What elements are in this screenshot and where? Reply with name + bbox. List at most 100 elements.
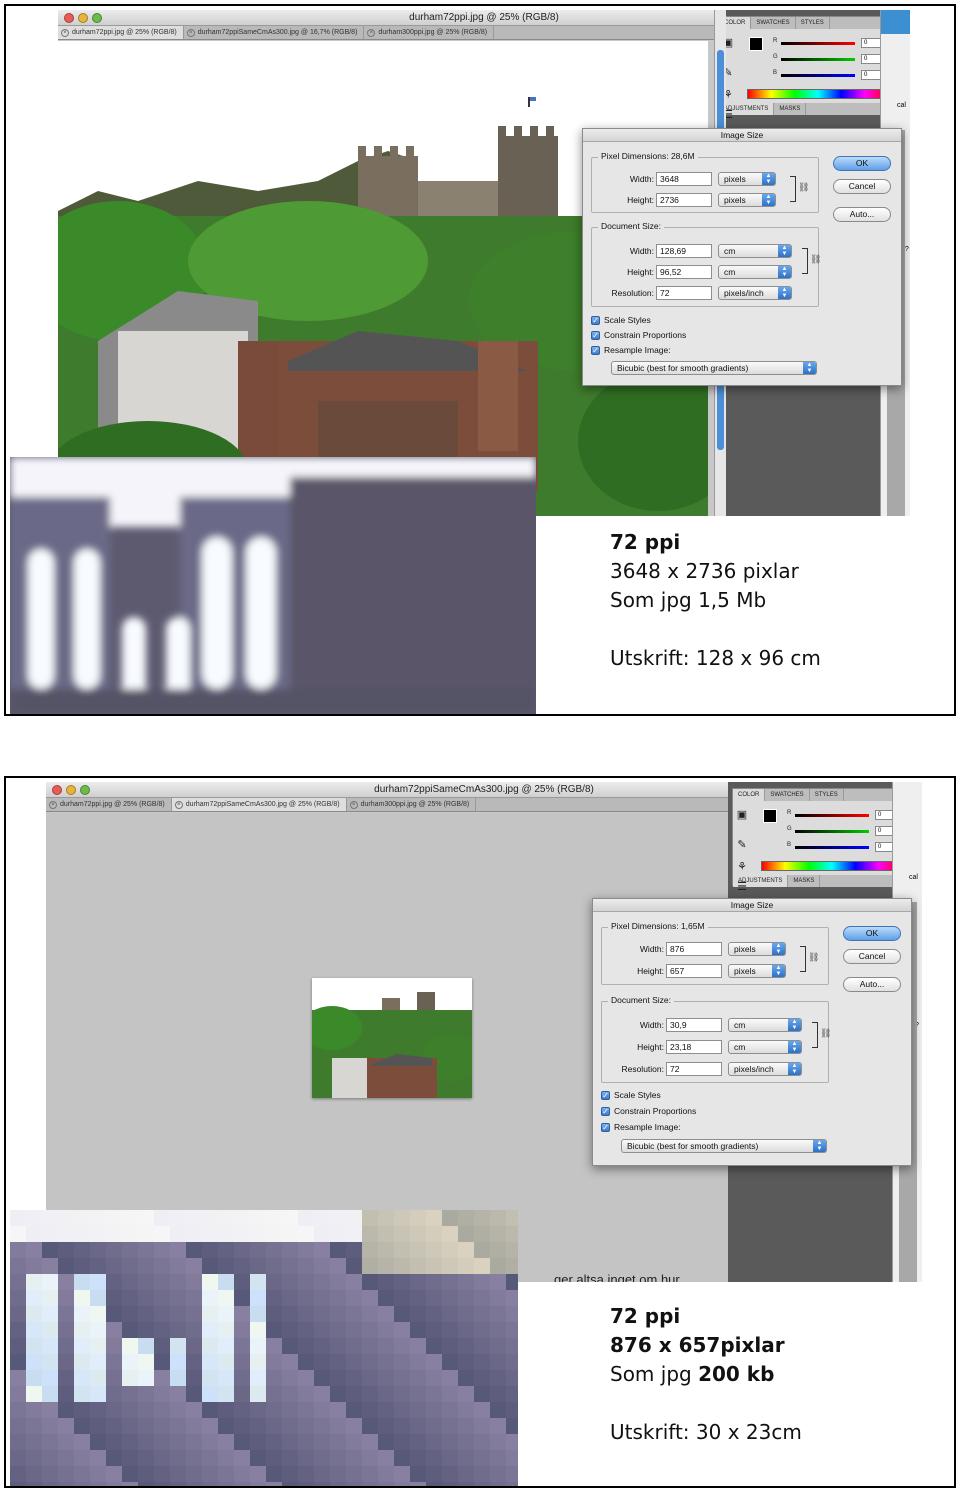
- mosaic-pixel: [426, 1210, 442, 1226]
- cancel-button[interactable]: Cancel: [833, 179, 891, 194]
- green-value[interactable]: 0: [861, 54, 881, 64]
- color-spectrum-bar[interactable]: [747, 89, 889, 99]
- resolution-input[interactable]: 72: [656, 286, 712, 300]
- ok-button[interactable]: OK: [833, 156, 891, 171]
- red-slider[interactable]: R0: [787, 810, 897, 820]
- pixel-height-input[interactable]: 2736: [656, 193, 712, 207]
- close-tab-icon[interactable]: ×: [174, 801, 183, 809]
- doc-width-input[interactable]: 128,69: [656, 244, 712, 258]
- checkmark-icon[interactable]: ✓: [591, 315, 600, 325]
- mosaic-pixel: [122, 1370, 138, 1386]
- minimize-window-button[interactable]: [78, 13, 88, 23]
- pixel-width-unit-select[interactable]: pixels ▲ ▼: [718, 172, 776, 186]
- resolution-unit-select[interactable]: pixels/inch ▲ ▼: [718, 286, 792, 300]
- mosaic-pixel: [58, 1402, 74, 1418]
- foreground-color-swatch[interactable]: [763, 809, 777, 823]
- checkmark-icon[interactable]: ✓: [601, 1122, 610, 1132]
- close-window-button[interactable]: [52, 785, 62, 795]
- doc-width-unit-select[interactable]: cm ▲ ▼: [728, 1018, 802, 1032]
- foreground-color-swatch[interactable]: [749, 37, 763, 51]
- layers-icon[interactable]: ☰: [734, 880, 750, 894]
- close-tab-icon[interactable]: ×: [61, 29, 69, 37]
- document-tab[interactable]: × durham72ppiSameCmAs300.jpg @ 16,7% (RGB…: [184, 26, 365, 39]
- tab-color[interactable]: COLOR: [733, 789, 766, 801]
- document-tab[interactable]: × durham72ppiSameCmAs300.jpg @ 25% (RGB/8…: [171, 798, 347, 811]
- checkmark-icon[interactable]: ✓: [591, 330, 600, 340]
- tab-swatches[interactable]: SWATCHES: [751, 17, 796, 29]
- close-window-button[interactable]: [64, 13, 74, 23]
- document-tab[interactable]: × durham72ppi.jpg @ 25% (RGB/8): [58, 26, 184, 39]
- mosaic-pixel: [58, 1434, 74, 1450]
- mosaic-pixel: [266, 1418, 282, 1434]
- resample-method-select[interactable]: Bicubic (best for smooth gradients) ▲ ▼: [611, 361, 817, 375]
- mosaic-pixel: [362, 1258, 378, 1274]
- green-slider[interactable]: G0: [787, 826, 897, 836]
- pixel-width-input[interactable]: 876: [666, 942, 722, 956]
- mosaic-pixel: [314, 1466, 330, 1482]
- close-tab-icon[interactable]: ×: [367, 29, 376, 37]
- brush-settings-icon[interactable]: ✎: [734, 838, 750, 852]
- green-slider[interactable]: G0: [773, 54, 883, 64]
- resolution-input[interactable]: 72: [666, 1062, 722, 1076]
- document-tab[interactable]: × durham72ppi.jpg @ 25% (RGB/8): [46, 798, 172, 811]
- resample-image-checkbox[interactable]: ✓ Resample Image:: [591, 344, 671, 356]
- wb-icon[interactable]: ▣: [734, 808, 750, 822]
- mosaic-pixel: [314, 1306, 330, 1322]
- mosaic-pixel: [378, 1226, 394, 1242]
- tab-styles[interactable]: STYLES: [810, 789, 844, 801]
- resolution-unit-select[interactable]: pixels/inch ▲ ▼: [728, 1062, 802, 1076]
- document-tab[interactable]: × durham300ppi.jpg @ 25% (RGB/8): [347, 798, 477, 811]
- mosaic-pixel: [154, 1290, 170, 1306]
- mosaic-pixel: [426, 1402, 442, 1418]
- doc-width-input[interactable]: 30,9: [666, 1018, 722, 1032]
- mosaic-pixel: [474, 1322, 490, 1338]
- blue-slider[interactable]: B0: [773, 70, 883, 80]
- red-slider[interactable]: R0: [773, 38, 883, 48]
- pixel-height-unit-select[interactable]: pixels ▲ ▼: [718, 193, 776, 207]
- tab-masks[interactable]: MASKS: [788, 875, 821, 887]
- cancel-button[interactable]: Cancel: [843, 949, 901, 964]
- document-tab[interactable]: × durham300ppi.jpg @ 25% (RGB/8): [364, 26, 495, 39]
- pixel-width-unit-select[interactable]: pixels ▲ ▼: [728, 942, 786, 956]
- caption-pixels: 3648 x 2736 pixlar: [610, 559, 799, 583]
- resample-image-checkbox[interactable]: ✓ Resample Image:: [601, 1121, 681, 1133]
- document-size-heading: Document Size:: [598, 221, 664, 231]
- checkmark-icon[interactable]: ✓: [591, 345, 600, 355]
- clone-source-icon[interactable]: ⚘: [734, 860, 750, 874]
- ok-button[interactable]: OK: [843, 926, 901, 941]
- auto-button[interactable]: Auto...: [843, 977, 901, 992]
- red-value[interactable]: 0: [861, 38, 881, 48]
- pixel-height-unit-select[interactable]: pixels ▲ ▼: [728, 964, 786, 978]
- close-tab-icon[interactable]: ×: [186, 29, 195, 37]
- mosaic-pixel: [490, 1370, 506, 1386]
- close-tab-icon[interactable]: ×: [349, 801, 358, 809]
- constrain-proportions-checkbox[interactable]: ✓ Constrain Proportions: [591, 329, 686, 341]
- tab-masks[interactable]: MASKS: [774, 103, 807, 115]
- checkmark-icon[interactable]: ✓: [601, 1090, 610, 1100]
- minimize-window-button[interactable]: [66, 785, 76, 795]
- close-tab-icon[interactable]: ×: [49, 801, 57, 809]
- doc-height-unit-select[interactable]: cm ▲ ▼: [718, 265, 792, 279]
- doc-height-input[interactable]: 23,18: [666, 1040, 722, 1054]
- blue-value[interactable]: 0: [861, 70, 881, 80]
- checkmark-icon[interactable]: ✓: [601, 1106, 610, 1116]
- doc-width-unit-select[interactable]: cm ▲ ▼: [718, 244, 792, 258]
- tab-swatches[interactable]: SWATCHES: [765, 789, 810, 801]
- pixel-height-input[interactable]: 657: [666, 964, 722, 978]
- scale-styles-checkbox[interactable]: ✓ Scale Styles: [591, 314, 651, 326]
- zoom-window-button[interactable]: [92, 13, 102, 23]
- mosaic-pixel: [282, 1322, 298, 1338]
- mosaic-pixel: [506, 1386, 518, 1402]
- tab-styles[interactable]: STYLES: [796, 17, 830, 29]
- mosaic-pixel: [474, 1354, 490, 1370]
- constrain-proportions-checkbox[interactable]: ✓ Constrain Proportions: [601, 1105, 696, 1117]
- resample-method-select[interactable]: Bicubic (best for smooth gradients) ▲ ▼: [621, 1139, 827, 1153]
- pixel-width-input[interactable]: 3648: [656, 172, 712, 186]
- blue-slider[interactable]: B0: [787, 842, 897, 852]
- zoom-window-button[interactable]: [80, 785, 90, 795]
- color-spectrum-bar[interactable]: [761, 861, 903, 871]
- auto-button[interactable]: Auto...: [833, 207, 891, 222]
- doc-height-input[interactable]: 96,52: [656, 265, 712, 279]
- doc-height-unit-select[interactable]: cm ▲ ▼: [728, 1040, 802, 1054]
- scale-styles-checkbox[interactable]: ✓ Scale Styles: [601, 1089, 661, 1101]
